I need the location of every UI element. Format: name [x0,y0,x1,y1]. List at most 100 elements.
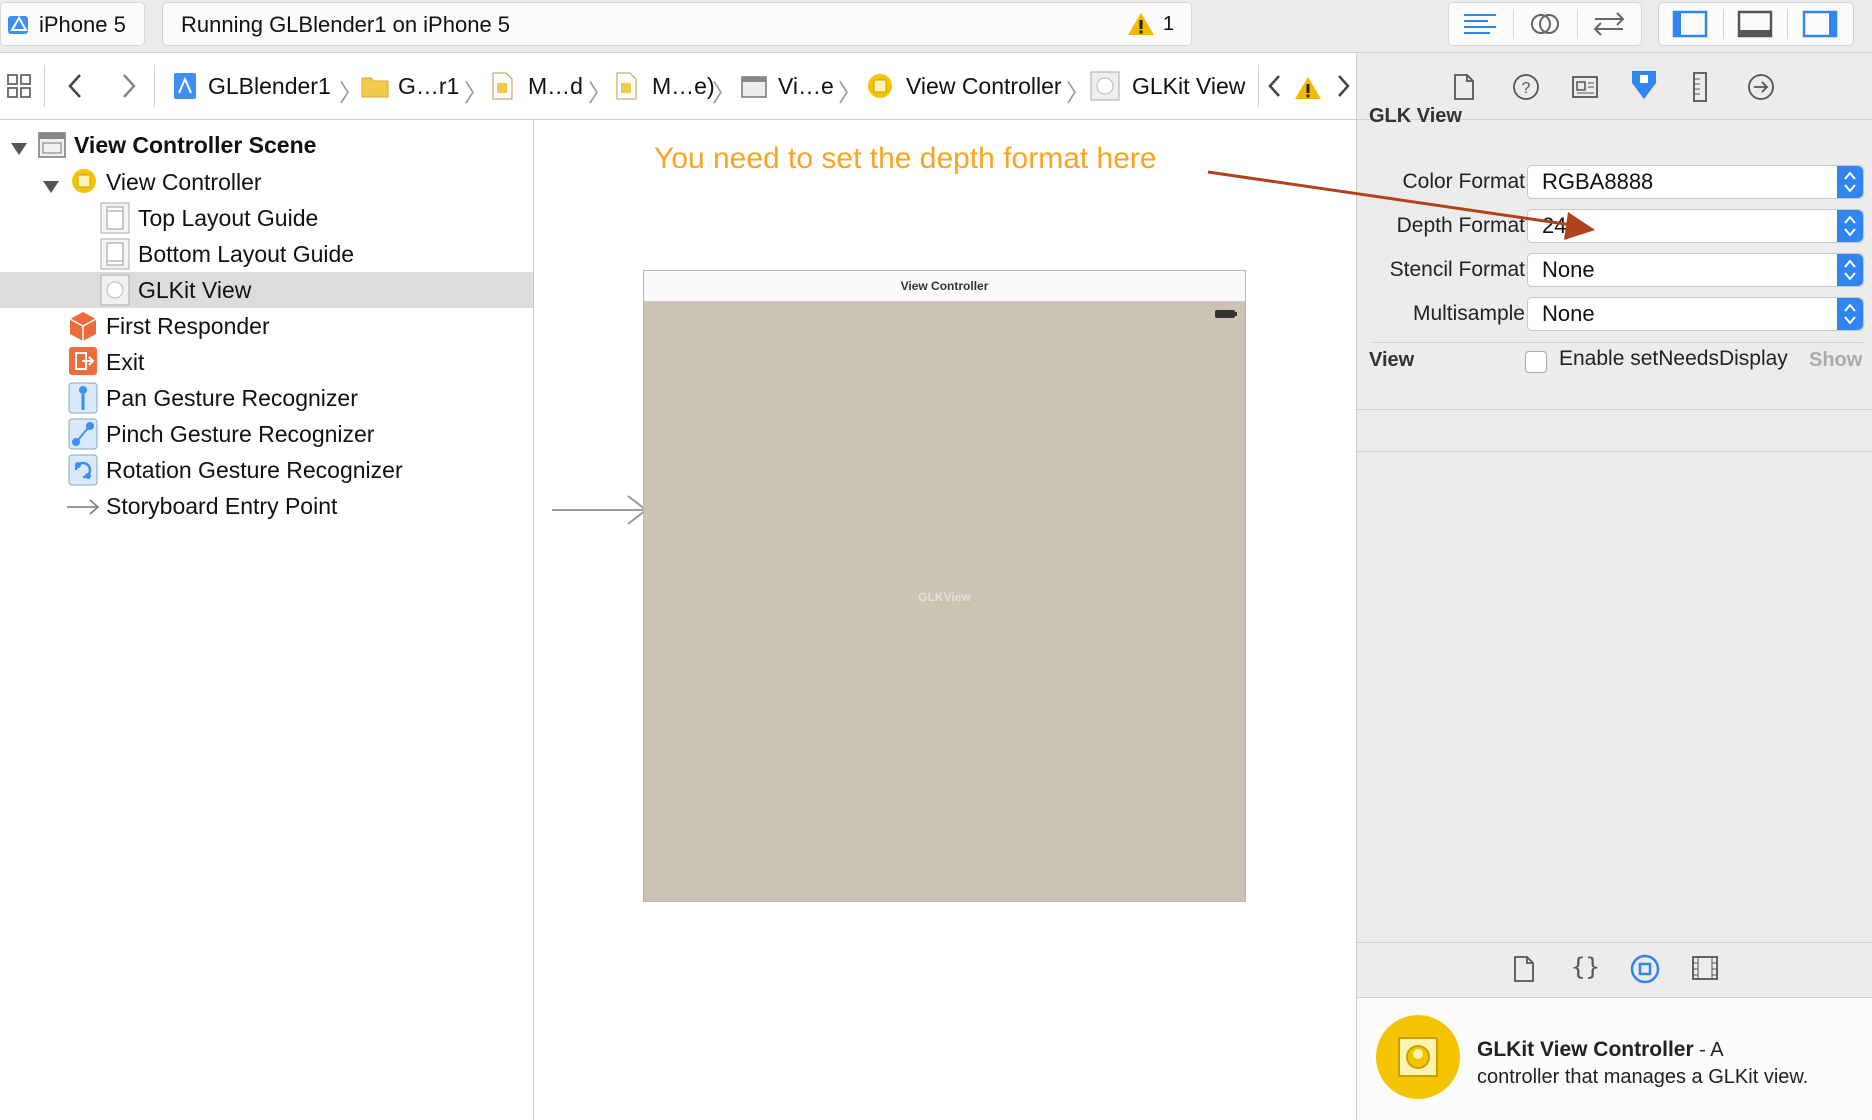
left-panel-icon [1672,10,1708,38]
debug-area-toggle-button[interactable] [1724,3,1786,45]
outline-item-view-controller[interactable]: View Controller [0,164,533,200]
view-toggle-group [1658,2,1854,46]
crumb-view-controller[interactable]: View Controller [866,53,1062,119]
code-snippet-library-icon[interactable]: {} [1571,953,1600,981]
crumb-label: M…d [528,72,583,99]
utilities-toggle-button[interactable] [1789,3,1851,45]
next-issue-icon[interactable] [1334,73,1352,104]
scheme-label: iPhone 5 [39,12,126,37]
scene-icon [741,76,767,98]
right-panel-icon [1802,10,1838,38]
folder-icon [361,77,389,98]
show-button[interactable]: Show [1809,349,1862,372]
identity-inspector-icon[interactable] [1571,75,1599,104]
issue-warning-icon[interactable] [1294,75,1322,106]
xcode-app-icon [7,12,31,36]
library-item-dash: - A [1693,1039,1724,1061]
crumb-storyboard-1[interactable]: M…d [490,53,583,119]
document-outline: View Controller Scene View Controller To… [0,120,533,1120]
stencil-format-popup[interactable]: None [1527,253,1864,287]
exit-icon [68,346,98,382]
outline-item-label: Top Layout Guide [138,205,319,231]
view-controller-icon [70,167,98,201]
crumb-label: GLKit View [1132,72,1246,99]
project-file-icon [174,73,196,99]
scene-title-bar[interactable]: View Controller [644,271,1245,302]
battery-icon [1214,307,1238,325]
warning-icon[interactable] [1127,11,1155,42]
storyboard-canvas[interactable]: You need to set the depth format here Vi… [534,120,1356,1120]
library-item-glkit-view-controller[interactable]: GLKit View Controller - A controller tha… [1357,998,1872,1120]
outline-item-pan-gesture[interactable]: Pan Gesture Recognizer [0,380,533,416]
outline-item-label: Storyboard Entry Point [106,493,338,519]
glkit-view-canvas[interactable]: GLKView [644,302,1245,901]
crumb-scene[interactable]: Vi…e [740,53,834,119]
multisample-popup[interactable]: None [1527,297,1864,331]
layout-guide-icon [100,202,130,240]
popup-stepper-icon [1837,298,1863,330]
library-item-title: GLKit View Controller [1477,1038,1694,1061]
enable-setneedsdisplay-checkbox[interactable]: Enable setNeedsDisplay [1525,347,1825,381]
outline-item-pinch-gesture[interactable]: Pinch Gesture Recognizer [0,416,533,452]
assistant-editor-button[interactable] [1514,3,1576,45]
crumb-group[interactable]: G…r1 [360,53,459,119]
layout-guide-icon [100,238,130,276]
outline-item-first-responder[interactable]: First Responder [0,308,533,344]
navigator-toggle-button[interactable] [1659,3,1721,45]
storyboard-entry-arrow[interactable] [550,490,650,530]
storyboard-file-icon [616,72,637,100]
disclosure-triangle-icon[interactable] [10,136,28,163]
disclosure-triangle-icon[interactable] [42,174,60,201]
standard-editor-button[interactable] [1449,3,1511,45]
outline-scene-row[interactable]: View Controller Scene [0,128,533,164]
media-library-icon[interactable] [1691,955,1719,986]
crumb-label: Vi…e [778,72,834,99]
glkit-view-icon [100,274,130,312]
outline-item-label: First Responder [106,313,270,339]
version-editor-button[interactable] [1578,3,1640,45]
outline-item-label: Pinch Gesture Recognizer [106,421,375,447]
back-icon[interactable] [66,71,84,106]
editor-mode-group [1448,2,1642,46]
related-items-icon[interactable] [6,73,32,104]
bottom-panel-icon [1737,10,1773,38]
scene-icon [38,130,66,166]
view-section-title: View [1369,349,1415,371]
outline-item-glkit-view[interactable]: GLKit View [0,272,533,308]
rotation-gesture-icon [68,454,98,492]
crumb-storyboard-2[interactable]: M…e) [614,53,715,119]
activity-status: Running GLBlender1 on iPhone 5 1 [162,2,1192,46]
outline-item-label: Pan Gesture Recognizer [106,385,358,411]
file-template-library-icon[interactable] [1513,955,1535,988]
scene-title: View Controller [900,279,989,293]
outline-item-label: Rotation Gesture Recognizer [106,457,403,483]
object-library-icon[interactable] [1629,953,1661,990]
outline-item-bottom-layout-guide[interactable]: Bottom Layout Guide [0,236,533,272]
outline-item-rotation-gesture[interactable]: Rotation Gesture Recognizer [0,452,533,488]
outline-item-exit[interactable]: Exit [0,344,533,380]
view-controller-scene[interactable]: View Controller GLKView [643,270,1246,902]
file-inspector-icon[interactable] [1453,73,1475,106]
outline-item-top-layout-guide[interactable]: Top Layout Guide [0,200,533,236]
outline-item-entry-point[interactable]: Storyboard Entry Point [0,488,533,524]
previous-issue-icon[interactable] [1266,73,1284,104]
glkit-view-icon [1090,71,1120,101]
warning-count: 1 [1163,13,1175,35]
outline-item-label: Exit [106,349,145,375]
scheme-selector[interactable]: iPhone 5 [0,2,145,46]
crumb-glkit-view[interactable]: GLKit View [1090,53,1245,119]
size-inspector-icon[interactable] [1691,71,1709,108]
quick-help-icon[interactable]: ? [1512,73,1540,106]
svg-text:?: ? [1522,80,1531,97]
popup-stepper-icon [1837,166,1863,198]
pinch-gesture-icon [68,418,98,456]
outline-item-label: View Controller [106,169,262,195]
outline-scene-label: View Controller Scene [74,132,317,158]
crumb-project[interactable]: GLBlender1 [172,53,331,119]
glkit-view-controller-icon [1375,1014,1461,1105]
attributes-inspector-icon[interactable] [1629,69,1659,108]
first-responder-icon [68,310,98,348]
venn-icon [1531,14,1559,34]
connections-inspector-icon[interactable] [1747,73,1775,106]
forward-icon[interactable] [120,71,138,106]
